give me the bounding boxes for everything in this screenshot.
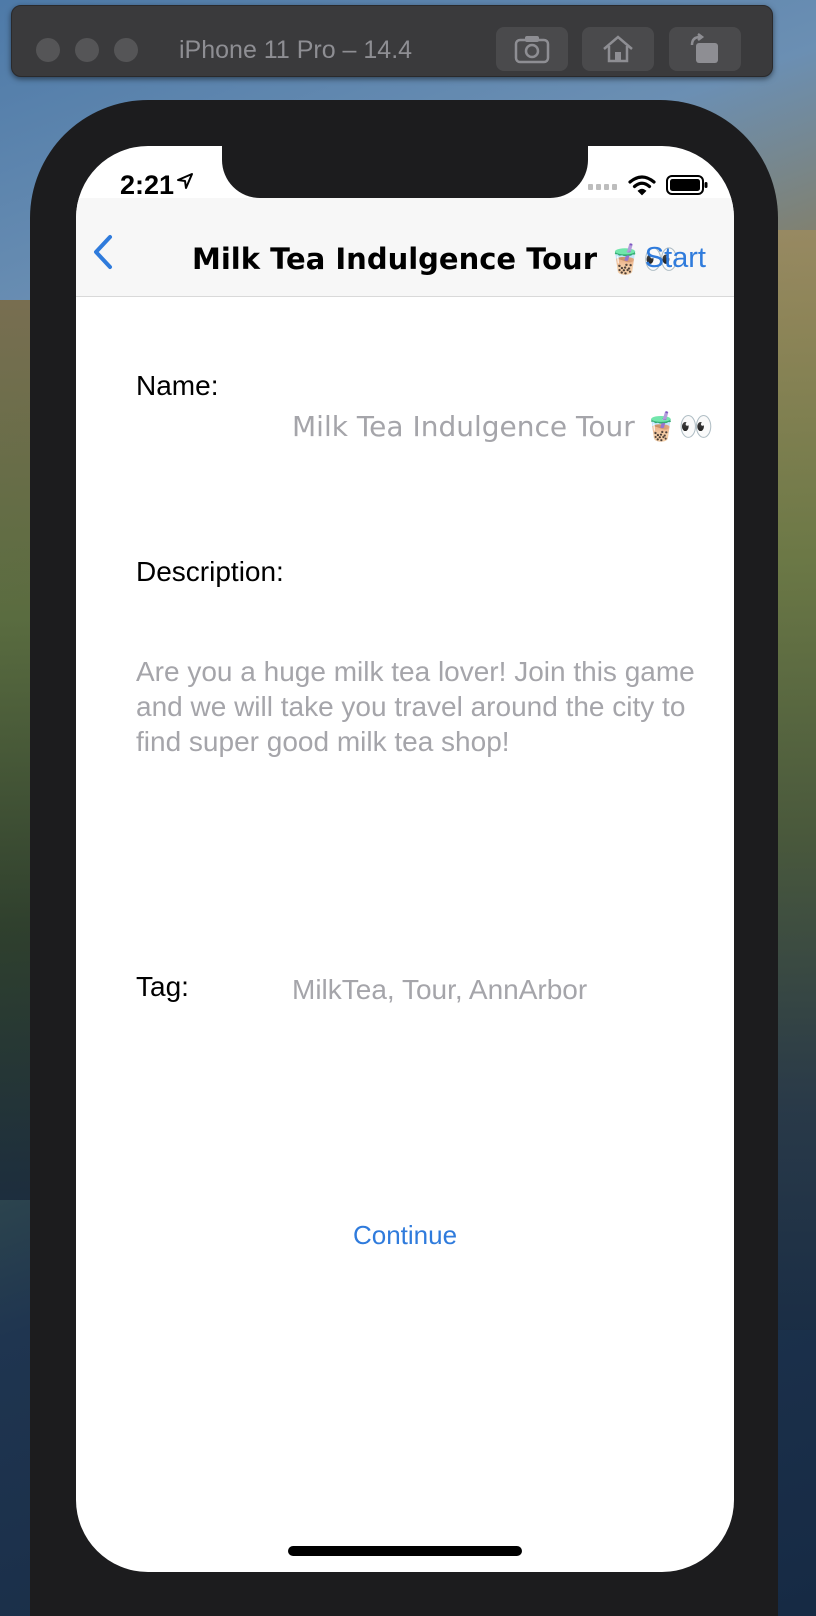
description-field[interactable]: Are you a huge milk tea lover! Join this… — [136, 654, 696, 759]
wifi-icon — [628, 175, 656, 196]
rotate-button[interactable] — [669, 27, 741, 71]
screenshot-button[interactable] — [496, 27, 568, 71]
start-button[interactable]: Start — [645, 242, 706, 275]
location-arrow-icon — [177, 173, 193, 189]
simulator-title-bar: iPhone 11 Pro – 14.4 — [11, 5, 773, 77]
continue-button[interactable]: Continue — [76, 1220, 734, 1251]
notch — [222, 146, 588, 198]
battery-icon — [666, 175, 708, 195]
close-window-button[interactable] — [36, 38, 60, 62]
name-label: Name: — [136, 370, 219, 401]
rotate-icon — [690, 33, 718, 63]
name-field[interactable]: Milk Tea Indulgence Tour 🧋👀 — [292, 410, 713, 443]
camera-icon — [514, 36, 550, 64]
zoom-window-button[interactable] — [114, 38, 138, 62]
navigation-bar: Milk Tea Indulgence Tour 🧋👀 Start — [76, 198, 734, 297]
home-button[interactable] — [582, 27, 654, 71]
home-indicator[interactable] — [288, 1546, 522, 1556]
tag-field[interactable]: MilkTea, Tour, AnnArbor — [292, 974, 587, 1006]
back-chevron-icon[interactable] — [88, 232, 118, 272]
nav-title: Milk Tea Indulgence Tour 🧋👀 — [192, 242, 680, 276]
tag-label: Tag: — [136, 971, 189, 1002]
status-time: 2:21 — [120, 170, 175, 200]
simulator-title: iPhone 11 Pro – 14.4 — [179, 36, 413, 64]
home-icon — [603, 35, 633, 63]
device-screen: 2:21 Milk Tea Indulgence Tour 🧋👀 Start N… — [76, 146, 734, 1572]
minimize-window-button[interactable] — [75, 38, 99, 62]
description-label: Description: — [136, 556, 284, 587]
status-indicators — [588, 174, 708, 196]
cellular-signal-icon — [588, 184, 617, 190]
